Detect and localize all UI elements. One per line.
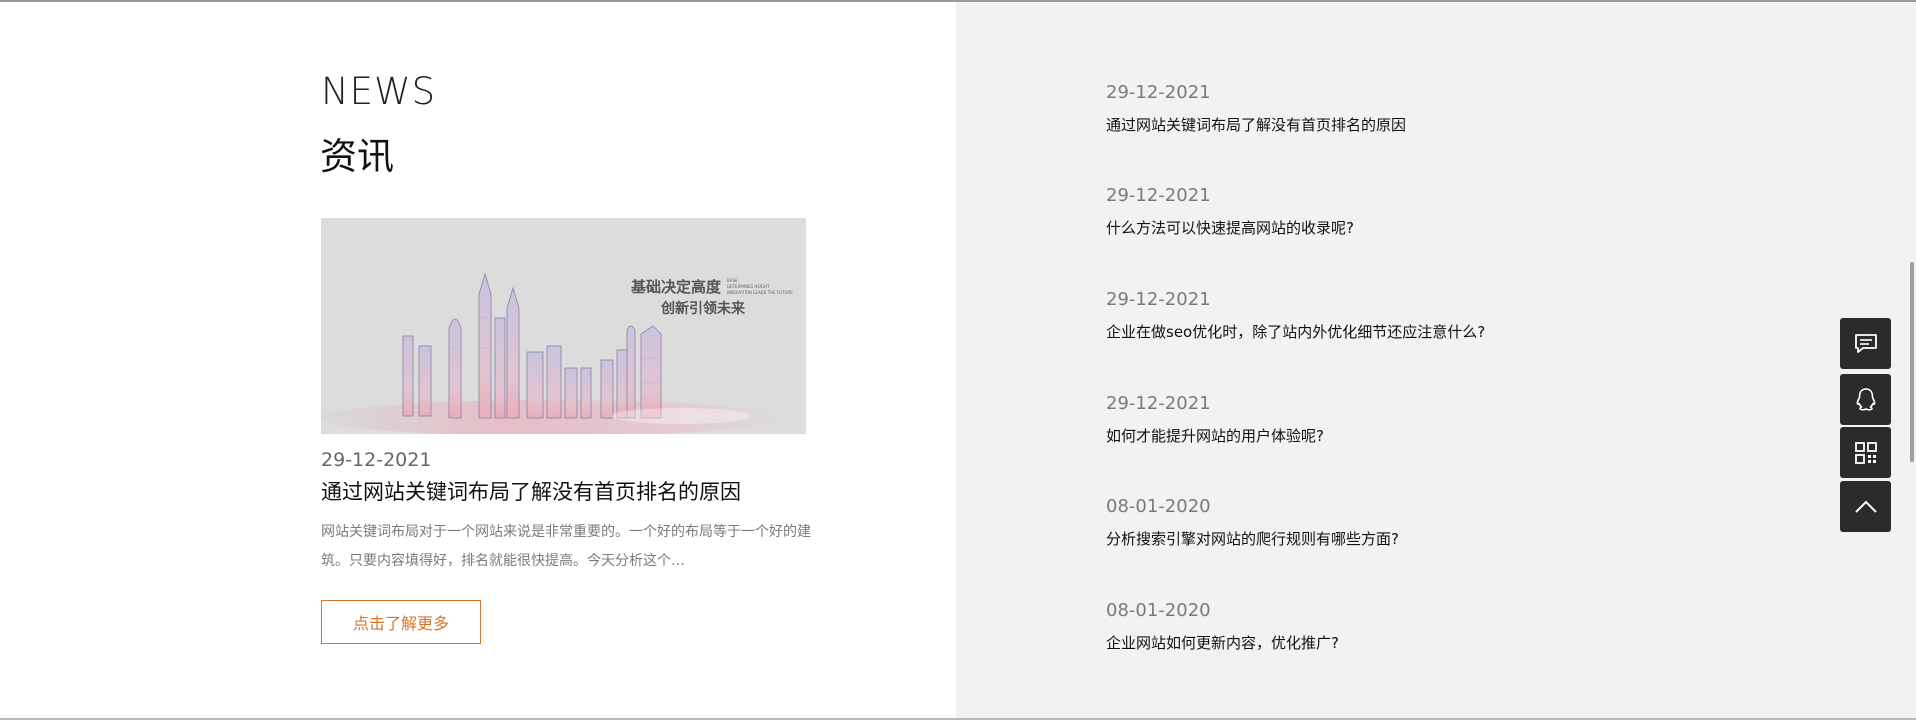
news-item-date: 08-01-2020 [1106, 496, 1211, 517]
news-list-item[interactable]: 29-12-2021 如何才能提升网站的用户体验呢? [1106, 393, 1726, 446]
message-icon [1854, 333, 1877, 353]
news-item-title[interactable]: 什么方法可以快速提高网站的收录呢? [1106, 217, 1726, 238]
featured-news-date: 29-12-2021 [321, 449, 432, 471]
section-title-en: NEWS [321, 70, 437, 113]
qq-button[interactable] [1840, 374, 1891, 425]
qrcode-icon [1854, 441, 1877, 464]
featured-news-image[interactable]: 基础决定高度 创新引领未来 BASE DETERMINES HEIGHT INN… [321, 218, 806, 434]
image-caption-line1: 基础决定高度 [630, 278, 722, 296]
news-item-date: 29-12-2021 [1106, 82, 1211, 103]
section-title-cn: 资讯 [320, 135, 394, 178]
news-item-date: 29-12-2021 [1106, 393, 1211, 414]
image-caption-small3: INNOVATION LEADS THE FUTURE [727, 290, 793, 295]
featured-news-title[interactable]: 通过网站关键词布局了解没有首页排名的原因 [321, 476, 741, 506]
chevron-up-icon [1854, 500, 1877, 513]
image-caption-line2: 创新引领未来 [660, 300, 746, 317]
city-skyline-illustration: 基础决定高度 创新引领未来 BASE DETERMINES HEIGHT INN… [321, 218, 806, 434]
featured-news-summary: 网站关键词布局对于一个网站来说是非常重要的。一个好的布局等于一个好的建筑。只要内… [321, 524, 811, 569]
news-item-date: 29-12-2021 [1106, 289, 1211, 310]
scrollbar-thumb[interactable] [1910, 262, 1914, 462]
news-list-item[interactable]: 29-12-2021 企业在做seo优化时，除了站内外优化细节还应注意什么? [1106, 289, 1726, 342]
news-item-title[interactable]: 分析搜索引擎对网站的爬行规则有哪些方面? [1106, 528, 1726, 549]
news-item-title[interactable]: 企业网站如何更新内容，优化推广? [1106, 632, 1726, 653]
learn-more-button[interactable]: 点击了解更多 [321, 600, 481, 644]
news-list-item[interactable]: 29-12-2021 通过网站关键词布局了解没有首页排名的原因 [1106, 82, 1726, 135]
qq-icon [1856, 387, 1875, 411]
back-to-top-button[interactable] [1840, 481, 1891, 532]
news-item-date: 29-12-2021 [1106, 185, 1211, 206]
news-list-item[interactable]: 08-01-2020 分析搜索引擎对网站的爬行规则有哪些方面? [1106, 496, 1726, 549]
news-item-title[interactable]: 通过网站关键词布局了解没有首页排名的原因 [1106, 114, 1726, 135]
message-button[interactable] [1840, 318, 1891, 369]
qrcode-button[interactable] [1840, 427, 1891, 478]
news-item-date: 08-01-2020 [1106, 600, 1211, 621]
news-item-title[interactable]: 如何才能提升网站的用户体验呢? [1106, 425, 1726, 446]
image-caption-small2: DETERMINES HEIGHT [727, 284, 770, 289]
news-item-title[interactable]: 企业在做seo优化时，除了站内外优化细节还应注意什么? [1106, 321, 1726, 342]
news-list-item[interactable]: 08-01-2020 企业网站如何更新内容，优化推广? [1106, 600, 1726, 653]
news-list-item[interactable]: 29-12-2021 什么方法可以快速提高网站的收录呢? [1106, 185, 1726, 238]
image-caption-small1: BASE [727, 278, 738, 283]
